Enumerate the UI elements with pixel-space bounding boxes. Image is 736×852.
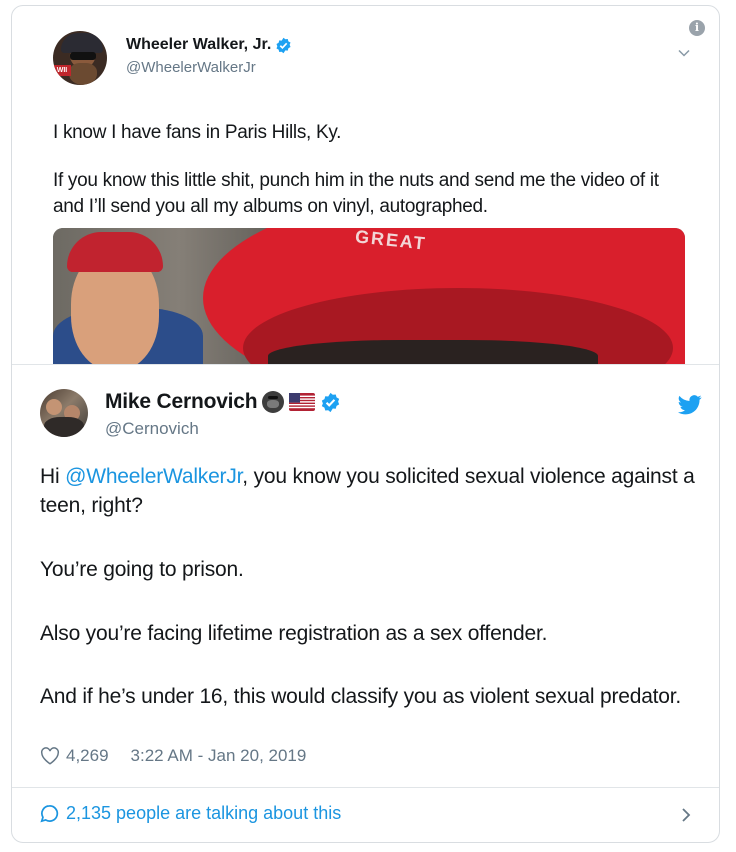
us-flag-icon [289, 393, 316, 411]
like-count[interactable]: 4,269 [66, 746, 109, 766]
heart-icon[interactable] [40, 747, 60, 765]
chevron-down-icon[interactable] [677, 46, 691, 60]
mention-link[interactable]: @WheelerWalkerJr [65, 465, 242, 488]
wheeler-avatar[interactable]: WII [53, 31, 107, 85]
avatar-badge: WII [53, 65, 71, 76]
main-display-name[interactable]: Mike Cernovich [105, 390, 341, 414]
talking-count-text: 2,135 people are talking about this [66, 803, 342, 823]
quoted-handle[interactable]: @WheelerWalkerJr [126, 59, 256, 76]
gorilla-emoji-icon [262, 391, 285, 413]
quoted-tweet-text-line2: If you know this little shit, punch him … [53, 170, 659, 217]
main-tweet-paragraph-1: Hi @WheelerWalkerJr, you know you solici… [40, 462, 700, 520]
quoted-display-name[interactable]: Wheeler Walker, Jr. [126, 36, 292, 54]
tweet-embed-card: WII Wheeler Walker, Jr. @WheelerWalkerJr… [11, 5, 720, 843]
main-tweet-paragraph-4: And if he’s under 16, this would classif… [40, 685, 682, 708]
main-handle[interactable]: @Cernovich [105, 419, 199, 439]
timestamp[interactable]: 3:22 AM - Jan 20, 2019 [131, 746, 307, 766]
verified-badge-icon [322, 392, 340, 412]
conversation-link[interactable]: 2,135 people are talking about this [40, 803, 341, 824]
quoted-tweet-text-line1: I know I have fans in Paris Hills, Ky. [53, 122, 342, 143]
info-icon[interactable]: i [689, 20, 705, 36]
speech-bubble-icon [40, 805, 59, 823]
body-intro: Hi [40, 465, 66, 488]
chevron-right-icon[interactable] [679, 806, 693, 824]
verified-badge-icon [276, 37, 291, 53]
main-name-text: Mike Cernovich [105, 390, 258, 413]
tweet-meta: 4,269 3:22 AM - Jan 20, 2019 [40, 746, 306, 766]
main-tweet-paragraph-2: You’re going to prison. [40, 558, 244, 581]
quoted-name-text: Wheeler Walker, Jr. [126, 36, 272, 53]
quoted-tweet-media[interactable]: GREAT [53, 228, 685, 364]
divider [12, 364, 719, 365]
twitter-bird-icon[interactable] [678, 395, 702, 415]
cernovich-avatar[interactable] [40, 389, 88, 437]
divider [12, 787, 719, 788]
main-tweet-paragraph-3: Also you’re facing lifetime registration… [40, 622, 548, 645]
